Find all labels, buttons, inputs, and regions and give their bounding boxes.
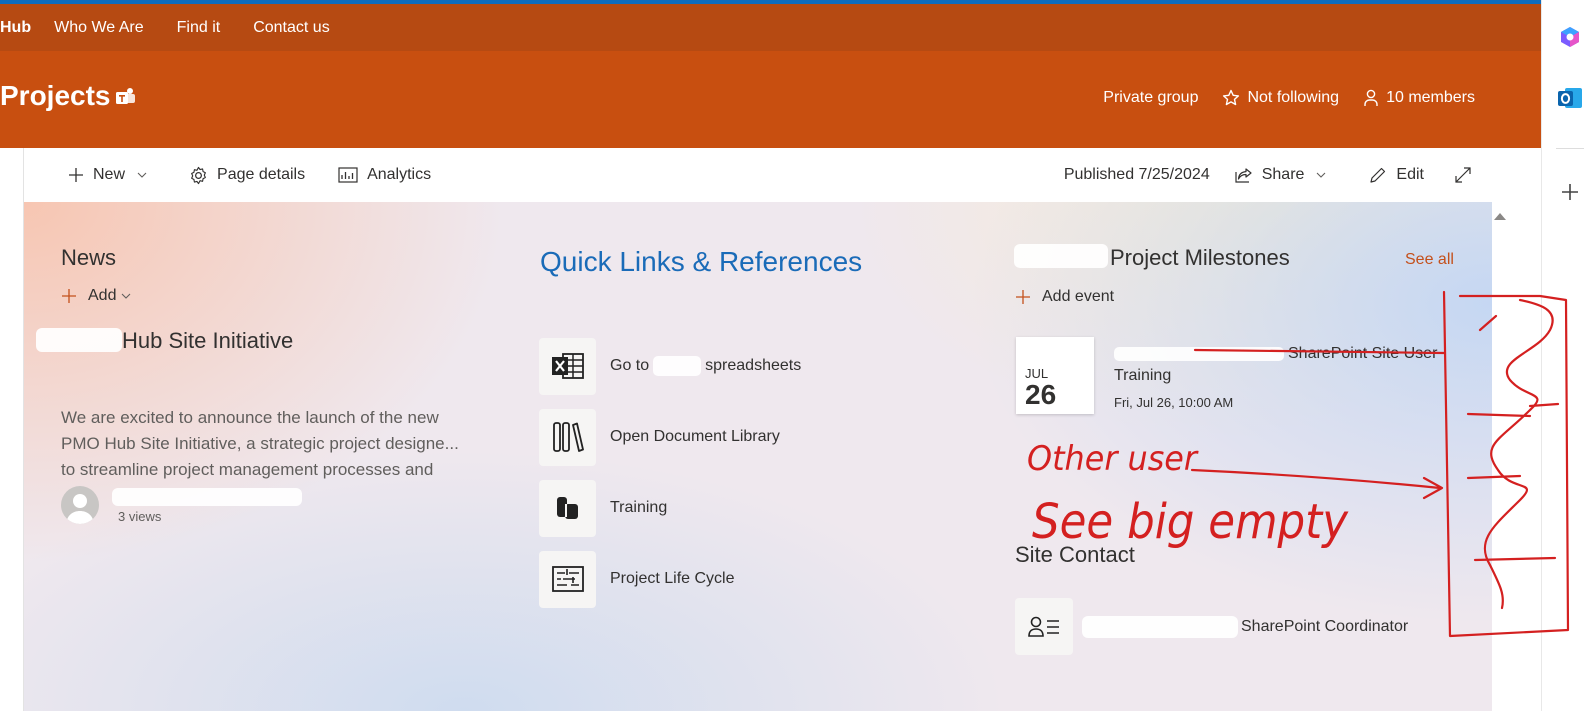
news-add-button[interactable]: Add	[61, 287, 142, 305]
command-bar: New Page details Analytics Published 7/2…	[24, 148, 1541, 202]
redacted-text	[1014, 244, 1108, 268]
analytics-label: Analytics	[367, 166, 432, 183]
star-icon	[1223, 89, 1240, 106]
share-icon	[1235, 168, 1252, 183]
quick-link-document-library[interactable]: Open Document Library	[539, 408, 780, 466]
rail-divider	[1556, 148, 1584, 149]
left-panel-edge	[0, 148, 24, 711]
author-avatar[interactable]	[61, 486, 99, 524]
site-contact-heading: Site Contact	[1015, 542, 1135, 567]
privacy-text: Private group	[1103, 89, 1199, 106]
new-label: New	[93, 166, 126, 183]
news-add-label: Add	[88, 287, 117, 304]
members-button[interactable]: 10 members	[1363, 89, 1475, 107]
add-app-icon[interactable]	[1556, 178, 1584, 206]
members-label: 10 members	[1386, 89, 1475, 106]
hub-nav-contact-us[interactable]: Contact us	[253, 19, 329, 37]
share-label: Share	[1261, 166, 1305, 183]
hub-nav-who-we-are[interactable]: Who We Are	[54, 19, 144, 37]
outlook-icon[interactable]	[1556, 84, 1584, 112]
privacy-label: Private group	[1103, 89, 1198, 107]
edit-label: Edit	[1396, 166, 1424, 183]
event-title-line: SharePoint Site User	[1114, 343, 1454, 365]
news-desc-line: We are excited to announce the launch of…	[61, 408, 439, 427]
site-header: Projects Private group Not following 10 …	[0, 51, 1541, 148]
library-icon	[539, 408, 596, 466]
hub-brand-link[interactable]: Hub	[0, 19, 31, 37]
expand-icon	[1455, 167, 1471, 183]
expand-button[interactable]	[1454, 166, 1481, 184]
follow-label: Not following	[1247, 89, 1340, 106]
published-label: Published 7/25/2024	[1063, 166, 1210, 183]
lifecycle-icon	[539, 550, 596, 608]
event-title-line: Training	[1114, 367, 1172, 384]
hub-nav-find-it[interactable]: Find it	[177, 19, 221, 37]
new-button[interactable]: New	[68, 166, 156, 184]
quick-links-heading: Quick Links & References	[540, 246, 863, 277]
excel-icon	[539, 337, 596, 395]
quick-link-project-life-cycle[interactable]: Project Life Cycle	[539, 550, 735, 608]
analytics-icon	[338, 167, 358, 183]
header-actions: Private group Not following 10 members	[1079, 89, 1475, 107]
page-details-button[interactable]: Page details	[189, 166, 305, 185]
event-time: Fri, Jul 26, 10:00 AM	[1114, 395, 1234, 410]
plus-icon	[62, 289, 76, 303]
person-silhouette-icon	[66, 494, 94, 524]
quick-link-label: Project Life Cycle	[610, 570, 735, 587]
milestones-heading: Project Milestones	[1110, 245, 1290, 270]
training-icon	[539, 479, 596, 537]
news-heading: News	[61, 245, 117, 270]
scroll-up-arrow[interactable]	[1494, 213, 1506, 220]
follow-button[interactable]: Not following	[1222, 89, 1339, 107]
contact-role: SharePoint Coordinator	[1241, 618, 1409, 635]
analytics-button[interactable]: Analytics	[338, 166, 431, 184]
pencil-icon	[1370, 167, 1386, 183]
redacted-text	[653, 356, 702, 376]
chevron-down-icon	[1317, 172, 1326, 178]
event-title-suffix: SharePoint Site User	[1288, 345, 1438, 362]
hub-navigation: Hub Who We Are Find it Contact us	[0, 4, 1541, 51]
news-desc-line: PMO Hub Site Initiative, a strategic pro…	[61, 434, 459, 453]
news-desc-line: to streamline project management process…	[61, 460, 434, 479]
copilot-icon[interactable]	[1556, 24, 1584, 52]
site-title[interactable]: Projects	[0, 80, 111, 112]
quick-link-training[interactable]: Training	[539, 479, 667, 537]
quick-link-label: Open Document Library	[610, 428, 780, 445]
event-day: 26	[1025, 379, 1057, 410]
page-details-label: Page details	[217, 166, 306, 183]
redacted-text	[1114, 346, 1284, 361]
gear-icon	[191, 166, 206, 184]
quick-link-label: Training	[610, 499, 668, 516]
right-app-rail	[1541, 0, 1596, 711]
plus-icon	[1016, 290, 1030, 304]
redacted-text	[36, 328, 122, 352]
published-status: Published 7/25/2024	[1064, 166, 1210, 184]
quick-link-label-suffix: spreadsheets	[705, 357, 802, 374]
teams-icon[interactable]	[115, 87, 137, 107]
event-date-card[interactable]: JUL 26	[1016, 337, 1094, 414]
chevron-down-icon	[122, 293, 131, 299]
edit-button[interactable]: Edit	[1369, 166, 1424, 184]
plus-icon	[69, 168, 83, 182]
news-views-count: 3 views	[118, 509, 162, 524]
redacted-contact-name	[1082, 616, 1238, 638]
quick-link-label: Go to	[610, 357, 650, 374]
share-button[interactable]: Share	[1235, 166, 1336, 184]
chevron-down-icon	[137, 172, 147, 178]
event-title[interactable]: SharePoint Site User Training	[1114, 343, 1454, 387]
redacted-author	[112, 488, 302, 506]
news-article-description: We are excited to announce the launch of…	[61, 405, 503, 483]
add-event-label: Add event	[1042, 288, 1115, 305]
contact-card-icon[interactable]	[1015, 598, 1073, 655]
add-event-button[interactable]: Add event	[1015, 288, 1114, 306]
see-all-link[interactable]: See all	[1405, 251, 1454, 269]
news-article-title[interactable]: Hub Site Initiative	[122, 328, 293, 354]
quick-link-spreadsheets[interactable]: Go to spreadsheets	[539, 337, 801, 395]
person-icon	[1364, 89, 1378, 106]
